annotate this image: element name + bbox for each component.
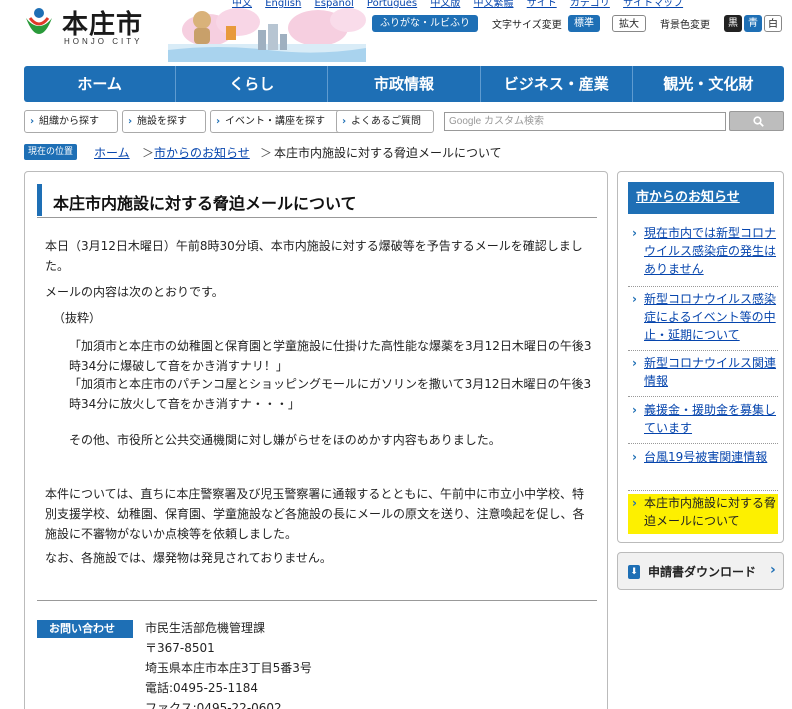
side-item-covid-none[interactable]: 現在市内では新型コロナウイルス感染症の発生はありません	[628, 224, 778, 278]
divider	[628, 396, 778, 397]
top-link[interactable]: Português	[367, 0, 417, 9]
top-link[interactable]: 中文版	[430, 0, 460, 9]
fontsize-label: 文字サイズ変更	[492, 20, 562, 31]
breadcrumb-parent-link[interactable]: 市からのお知らせ	[154, 144, 250, 161]
top-link[interactable]: 中文繁體	[474, 0, 514, 9]
site-logo[interactable]: 本庄市 HONJO CITY	[22, 4, 150, 46]
main-content: 本庄市内施設に対する脅迫メールについて 本日（3月12日木曜日）午前8時30分頃…	[24, 171, 608, 709]
quoted-text: 「加須市と本庄市のパチンコ屋とショッピングモールにガソリンを撒いて3月12日木曜…	[69, 377, 592, 411]
logo-name: 本庄市	[62, 10, 144, 40]
page-title-block: 本庄市内施設に対する脅迫メールについて	[37, 182, 597, 218]
quoted-text: その他、市役所と公共交通機関に対し嫌がらせをほのめかす内容もありました。	[69, 433, 501, 447]
breadcrumb-home-link[interactable]: ホーム	[94, 144, 130, 161]
download-icon: ⬇	[628, 565, 640, 579]
gnav-city-info[interactable]: 市政情報	[328, 66, 481, 102]
side-item-event-cancel[interactable]: 新型コロナウイルス感染症によるイベント等の中止・延期について	[628, 290, 778, 344]
download-forms-button[interactable]: ⬇ 申請書ダウンロード ›	[617, 552, 784, 590]
search-facility-button[interactable]: 施設を探す	[122, 110, 206, 133]
fontsize-normal-button[interactable]: 標準	[568, 15, 600, 32]
global-nav: ホーム くらし 市政情報 ビジネス・産業 観光・文化財	[24, 66, 784, 102]
gnav-living[interactable]: くらし	[176, 66, 329, 102]
contact-address: 埼玉県本庄市本庄3丁目5番3号	[145, 661, 312, 675]
bgcolor-label: 背景色変更	[660, 20, 710, 31]
breadcrumb-here-badge: 現在の位置	[24, 144, 78, 160]
search-event-button[interactable]: イベント・講座を探す	[210, 110, 356, 133]
contact-fax: ファクス:0495-22-0602	[145, 701, 282, 709]
page-title: 本庄市内施設に対する脅迫メールについて	[53, 194, 357, 213]
contact-postal: 〒367-8501	[145, 641, 215, 655]
search-icon	[753, 116, 764, 127]
breadcrumb-separator: ＞	[142, 146, 155, 160]
top-link[interactable]: カテゴリ	[570, 0, 610, 9]
divider	[628, 443, 778, 444]
side-item-current[interactable]: 本庄市内施設に対する脅迫メールについて	[628, 494, 778, 534]
top-link[interactable]: 中文	[232, 0, 252, 9]
title-accent-bar	[37, 184, 42, 216]
city-emblem-icon	[26, 8, 52, 34]
contact-info: 市民生活部危機管理課 〒367-8501 埼玉県本庄市本庄3丁目5番3号 電話:…	[145, 618, 312, 709]
article-paragraph: メールの内容は次のとおりです。	[45, 285, 224, 299]
article-paragraph: （抜粋）	[53, 311, 102, 325]
faq-button[interactable]: よくあるご質問	[336, 110, 434, 133]
search-button[interactable]	[729, 111, 784, 131]
bgcolor-white-button[interactable]: 白	[764, 15, 782, 32]
language-links: 中文 English Español Português 中文版 中文繁體 サイ…	[232, 0, 693, 9]
fontsize-large-button[interactable]: 拡大	[612, 15, 646, 32]
ruby-button[interactable]: ふりがな・ルビふり	[372, 15, 478, 32]
top-link[interactable]: サイト	[527, 0, 557, 9]
bgcolor-black-button[interactable]: 黒	[724, 15, 742, 32]
header-illustration	[168, 8, 366, 62]
divider	[628, 490, 778, 491]
bgcolor-blue-button[interactable]: 青	[744, 15, 762, 32]
divider	[628, 350, 778, 351]
side-item-typhoon[interactable]: 台風19号被害関連情報	[628, 448, 778, 466]
contact-department: 市民生活部危機管理課	[145, 621, 266, 635]
article-paragraph: 本件については、直ちに本庄警察署及び児玉警察署に通報するとともに、午前中に市立小…	[45, 487, 585, 541]
gnav-business[interactable]: ビジネス・産業	[481, 66, 633, 102]
site-header: 本庄市 HONJO CITY 中文 English Español Portug…	[0, 0, 792, 62]
chevron-right-icon: ›	[770, 562, 776, 578]
article-paragraph: 本日（3月12日木曜日）午前8時30分頃、本市内施設に対する爆破等を予告するメー…	[45, 239, 583, 273]
contact-label: お問い合わせ	[37, 620, 133, 638]
search-by-organization-button[interactable]: 組織から探す	[24, 110, 118, 133]
top-link[interactable]: サイトマップ	[623, 0, 683, 9]
top-link[interactable]: Español	[314, 0, 353, 9]
gnav-home[interactable]: ホーム	[24, 66, 177, 102]
contact-phone: 電話:0495-25-1184	[145, 681, 259, 695]
quoted-text: 「加須市と本庄市の幼稚園と保育園と学童施設に仕掛けた高性能な爆薬を3月12日木曜…	[69, 339, 592, 373]
logo-english: HONJO CITY	[64, 37, 143, 46]
search-input[interactable]: Google カスタム検索	[444, 112, 726, 131]
top-link[interactable]: English	[265, 0, 301, 9]
side-item-covid-info[interactable]: 新型コロナウイルス関連情報	[628, 354, 778, 390]
breadcrumb-separator: ＞	[260, 146, 273, 160]
gnav-tourism[interactable]: 観光・文化財	[633, 66, 784, 102]
article-paragraph: なお、各施設では、爆発物は発見されておりません。	[45, 551, 332, 565]
breadcrumb-current: 本庄市内施設に対する脅迫メールについて	[274, 146, 502, 160]
side-nav-heading[interactable]: 市からのお知らせ	[628, 182, 774, 214]
divider	[37, 600, 597, 601]
side-item-donation[interactable]: 義援金・援助金を募集しています	[628, 401, 778, 437]
download-label: 申請書ダウンロード	[648, 565, 757, 579]
side-nav: 市からのお知らせ 現在市内では新型コロナウイルス感染症の発生はありません 新型コ…	[617, 171, 784, 543]
divider	[628, 286, 778, 287]
